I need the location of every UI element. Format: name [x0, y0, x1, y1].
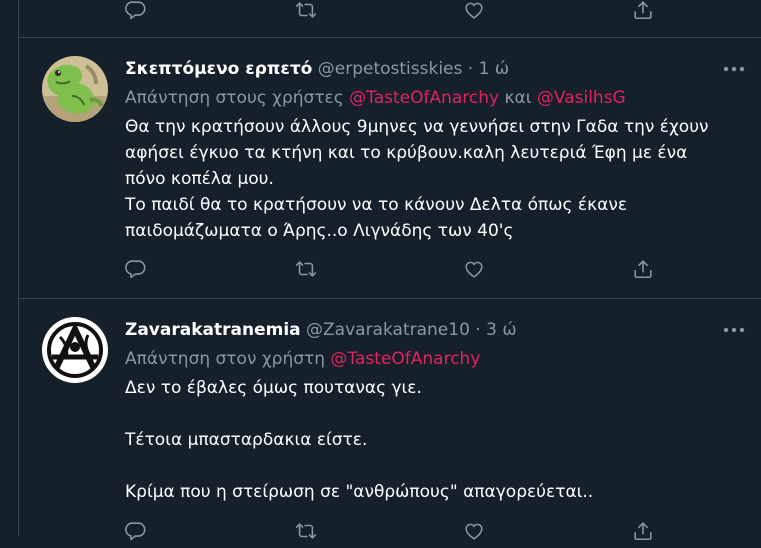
text-line [125, 453, 735, 479]
more-icon[interactable] [721, 59, 747, 79]
text-line [125, 401, 735, 427]
previous-tweet-actions [0, 0, 761, 27]
text-line: Θα την κρατήσουν άλλους 9μηνες να γεννήσ… [125, 117, 709, 137]
tweet[interactable]: Zavarakatranemia @Zavarakatrane10 · 3 ώ … [19, 299, 761, 536]
timestamp[interactable]: 1 ώ [479, 59, 509, 79]
avatar[interactable] [42, 56, 108, 122]
separator: · [467, 59, 474, 79]
tweet-text: Δεν το έβαλες όμως πουτανας γιε. Τέτοια … [125, 375, 735, 505]
text-line: παιδομάζωματα ο Άρης..ο Λιγνάδης των 40'… [125, 221, 514, 241]
retweet-icon[interactable] [293, 0, 319, 23]
timestamp[interactable]: 3 ώ [486, 320, 516, 340]
tweet-actions [0, 256, 761, 286]
mention-joiner: και [504, 88, 532, 108]
share-icon[interactable] [630, 518, 656, 544]
user-handle[interactable]: @erpetostisskies [318, 59, 463, 79]
like-icon[interactable] [461, 518, 487, 544]
mention-link[interactable]: @TasteOfAnarchy [330, 349, 480, 369]
reply-prefix: Απάντηση στους χρήστες [125, 88, 344, 108]
tweet-text: Θα την κρατήσουν άλλους 9μηνες να γεννήσ… [125, 114, 735, 244]
mention-link[interactable]: @VasilhsG [537, 88, 626, 108]
share-icon[interactable] [630, 0, 656, 23]
text-line: αφήσει έγκυο τα κτήνη και το κρύβουν.καλ… [125, 143, 688, 163]
display-name[interactable]: Zavarakatranemia [125, 320, 301, 340]
separator: · [475, 320, 481, 340]
avatar[interactable] [42, 317, 108, 383]
text-line: πόνο κοπέλα μου. [125, 169, 274, 189]
retweet-icon[interactable] [293, 518, 319, 544]
tweet-header: Zavarakatranemia @Zavarakatrane10 · 3 ώ [125, 318, 517, 342]
text-line: Τέτοια μπασταρδακια είστε. [125, 430, 368, 450]
reply-prefix: Απάντηση στον χρήστη [125, 349, 326, 369]
reply-context: Απάντηση στον χρήστη @TasteOfAnarchy [125, 347, 480, 371]
like-icon[interactable] [461, 256, 487, 282]
mention-link[interactable]: @TasteOfAnarchy [349, 88, 499, 108]
like-icon[interactable] [461, 0, 487, 23]
reply-icon[interactable] [123, 256, 149, 282]
text-line: Κρίμα που η στείρωση σε "ανθρώπους" απαγ… [125, 482, 594, 502]
tweet-actions [0, 518, 761, 548]
display-name[interactable]: Σκεπτόμενο ερπετό [125, 59, 312, 79]
text-line: Δεν το έβαλες όμως πουτανας γιε. [125, 378, 422, 398]
more-icon[interactable] [721, 320, 747, 340]
reply-context: Απάντηση στους χρήστες @TasteOfAnarchy κ… [125, 86, 626, 110]
share-icon[interactable] [630, 256, 656, 282]
reply-icon[interactable] [123, 518, 149, 544]
reply-icon[interactable] [123, 0, 149, 23]
text-line: Το παιδί θα το κρατήσουν να το κάνουν Δε… [125, 195, 628, 215]
user-handle[interactable]: @Zavarakatrane10 [306, 320, 470, 340]
tweet-header: Σκεπτόμενο ερπετό @erpetostisskies · 1 ώ [125, 57, 509, 81]
retweet-icon[interactable] [293, 256, 319, 282]
